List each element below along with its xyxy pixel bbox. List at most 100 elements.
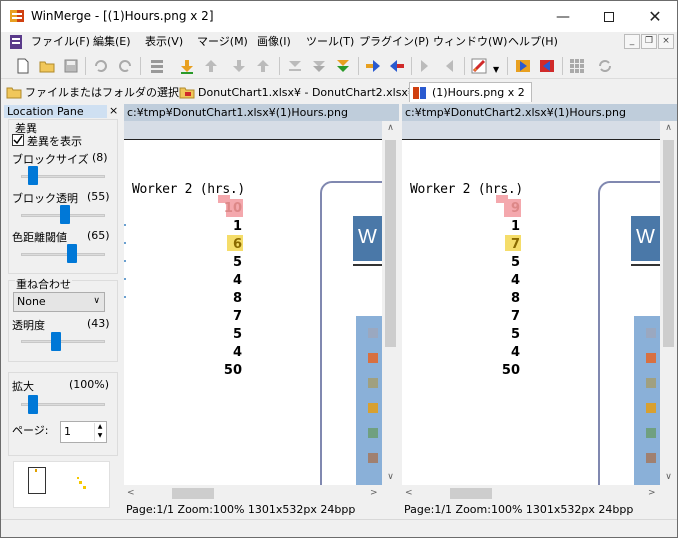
menu-help[interactable]: ヘルプ(H) [508,34,558,50]
first-diff-icon[interactable] [229,56,249,76]
menu-image[interactable]: 画像(I) [257,34,291,50]
page-value: 1 [64,425,71,438]
scroll-down-icon[interactable]: ∨ [660,472,677,482]
all-diffs-icon[interactable] [309,56,329,76]
spin-up-icon[interactable]: ▲ [94,423,105,432]
copy-right-advance-icon[interactable] [415,56,435,76]
legend-strip [634,316,660,485]
color-threshold-track [21,253,105,256]
last-diff-icon[interactable] [253,56,273,76]
next-diff-icon[interactable] [177,56,197,76]
right-image-view[interactable]: Worker 2 (hrs.) 9 1 7 5 4 8 7 5 4 50 W [402,121,660,485]
opacity-value: (43) [87,317,110,330]
menu-view[interactable]: 表示(V) [145,34,183,50]
left-hscroll-thumb[interactable] [172,488,214,499]
preview-viewport[interactable] [28,467,46,494]
zoom-value: (100%) [69,378,110,391]
right-value: 4 [510,273,520,288]
scroll-up-icon[interactable]: ∧ [660,123,677,133]
tab-folder-compare[interactable]: DonutChart1.xlsx¥ - DonutChart2.xlsx¥ [177,82,415,102]
right-value: 50 [501,363,520,378]
left-value: 4 [232,273,242,288]
location-pane-title: Location Pane [4,105,107,118]
right-image-pane: c:¥tmp¥DonutChart2.xlsx¥(1)Hours.png Wor… [402,104,677,518]
copy-all-right-icon[interactable] [513,56,533,76]
left-value: 1 [232,219,242,234]
scroll-left-icon[interactable]: < [405,488,413,498]
mdi-close-button[interactable]: × [658,34,674,49]
left-value: 5 [232,255,242,270]
block-size-label: ブロックサイズ [12,153,89,166]
tab-open-selection[interactable]: ファイルまたはフォルダの選択... [4,82,190,102]
right-vscroll-thumb[interactable] [663,140,674,347]
main-status-bar [1,519,677,537]
page-spinner[interactable]: 1 ▲ ▼ [60,421,107,443]
menu-edit[interactable]: 編集(E) [93,34,131,50]
copy-left-icon[interactable] [387,56,407,76]
redo-icon[interactable] [115,56,135,76]
word-logo: W [631,216,660,261]
mdi-restore-button[interactable]: ❐ [641,34,657,49]
w-letter-icon: W [358,226,377,248]
location-pane-close-button[interactable]: × [109,104,118,117]
block-alpha-slider[interactable] [60,205,70,224]
left-image-view[interactable]: Worker 2 (hrs.) 10 1 6 5 4 8 7 5 4 50 W [124,121,382,485]
undo-icon[interactable] [91,56,111,76]
prev-diff-icon[interactable] [201,56,221,76]
copy-right-icon[interactable] [363,56,383,76]
new-file-icon[interactable] [13,56,33,76]
maximize-button[interactable] [586,1,632,32]
scroll-up-icon[interactable]: ∧ [382,123,399,133]
spin-down-icon[interactable]: ▼ [94,432,105,441]
right-vertical-scrollbar[interactable]: ∧ ∨ [660,121,677,485]
right-value: 8 [510,291,520,306]
scroll-down-icon[interactable]: ∨ [382,472,399,482]
options-icon[interactable] [469,56,489,76]
left-image-pane: c:¥tmp¥DonutChart1.xlsx¥(1)Hours.png Wor… [124,104,399,518]
close-button[interactable]: ✕ [632,1,677,32]
menu-window[interactable]: ウィンドウ(W) [433,34,507,50]
color-threshold-slider[interactable] [67,244,77,263]
document-tab-bar: ファイルまたはフォルダの選択... DonutChart1.xlsx¥ - Do… [1,80,677,102]
zoom-slider[interactable] [28,395,38,414]
right-horizontal-scrollbar[interactable]: < > [402,485,660,502]
copy-left-advance-icon[interactable] [439,56,459,76]
merge-down-icon[interactable] [333,56,353,76]
scroll-right-icon[interactable]: > [370,488,378,498]
right-value: 4 [510,345,520,360]
right-pane-path: c:¥tmp¥DonutChart2.xlsx¥(1)Hours.png [402,104,677,121]
mdi-minimize-button[interactable]: _ [624,34,640,49]
current-diff-icon[interactable] [285,56,305,76]
scroll-right-icon[interactable]: > [648,488,656,498]
grid-view-icon[interactable] [567,56,587,76]
options-dropdown-icon[interactable]: ▼ [493,65,499,74]
show-diff-checkbox[interactable] [12,134,24,146]
menu-tools[interactable]: ツール(T) [306,34,354,50]
left-pane-path: c:¥tmp¥DonutChart1.xlsx¥(1)Hours.png [124,104,399,121]
preview-diff-mark [83,486,86,489]
save-icon[interactable] [61,56,81,76]
left-vertical-scrollbar[interactable]: ∧ ∨ [382,121,399,485]
document-icon[interactable] [8,34,24,50]
left-vscroll-thumb[interactable] [385,140,396,347]
block-alpha-label: ブロック透明 [12,192,78,205]
overlay-mode-select[interactable]: None ∨ [13,292,105,312]
location-preview[interactable] [13,461,110,508]
refresh-icon[interactable] [595,56,615,76]
menu-merge[interactable]: マージ(M) [197,34,248,50]
tab-image-compare[interactable]: (1)Hours.png x 2 [409,82,532,102]
copy-all-left-icon[interactable] [537,56,557,76]
menu-plugins[interactable]: プラグイン(P) [359,34,429,50]
opacity-slider[interactable] [51,332,61,351]
left-value: 6 [232,237,242,252]
minimize-button[interactable]: — [540,1,586,32]
menu-file[interactable]: ファイル(F) [31,34,90,50]
open-folder-icon[interactable] [37,56,57,76]
block-size-slider[interactable] [28,166,38,185]
right-hscroll-thumb[interactable] [450,488,492,499]
left-horizontal-scrollbar[interactable]: < > [124,485,382,502]
tab-label: ファイルまたはフォルダの選択... [25,86,190,99]
preview-diff-mark [79,481,82,484]
scroll-left-icon[interactable]: < [127,488,135,498]
toggle-lines-icon[interactable] [147,56,167,76]
